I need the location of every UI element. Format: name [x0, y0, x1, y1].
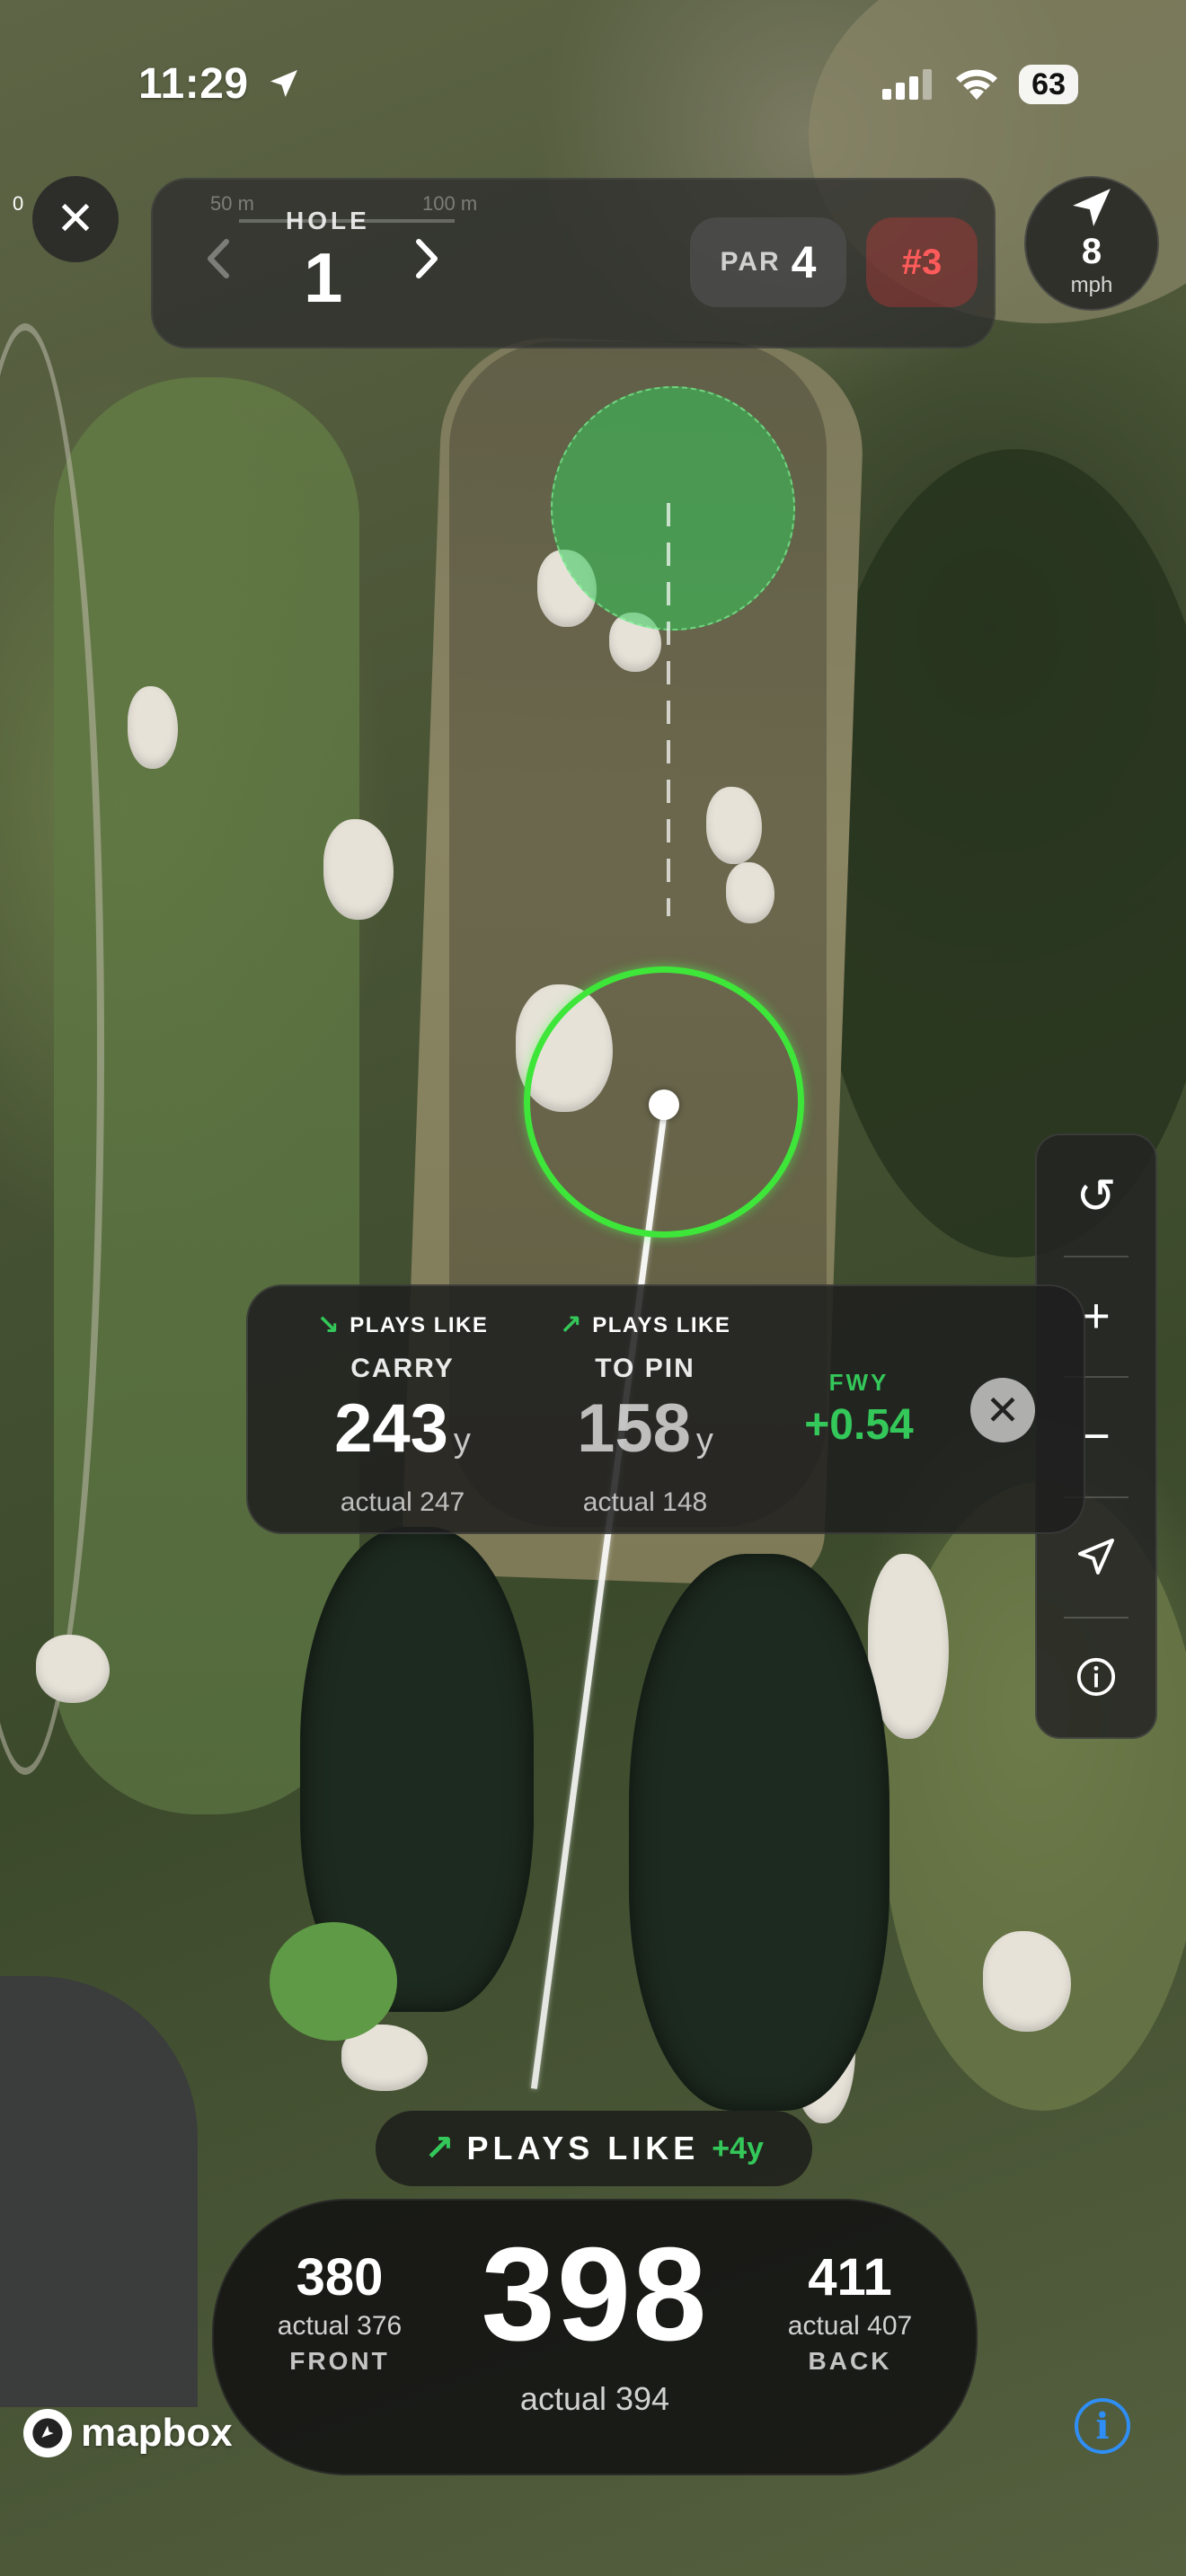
status-time: 11:29: [138, 59, 302, 109]
plus-icon: +: [1082, 1289, 1111, 1343]
chevron-right-icon: [416, 239, 438, 278]
par-value: 4: [791, 237, 817, 287]
to-pin-column: ↗ PLAYS LIKE TO PIN 158 y actual 148: [537, 1310, 753, 1518]
to-pin-value-row: 158 y: [537, 1391, 753, 1478]
info-button[interactable]: [1037, 1617, 1155, 1737]
status-icons: 63: [882, 65, 1078, 104]
hole-label: HOLE: [286, 207, 370, 234]
arrow-up-right-icon: ↗: [559, 1310, 584, 1340]
distance-panel[interactable]: 380 actual 376 FRONT 398 actual 394 411 …: [212, 2199, 978, 2475]
wind-speed: 8: [1081, 232, 1102, 271]
to-pin-unit: y: [695, 1422, 713, 1460]
scale-zero-label: 0: [13, 192, 24, 215]
to-pin-plays-like-label: PLAYS LIKE: [592, 1312, 731, 1337]
attribution-info-button[interactable]: i: [1075, 2398, 1130, 2454]
plays-like-card: ↘ PLAYS LIKE CARRY 243 y actual 247 ↗ PLA…: [246, 1284, 1085, 1534]
rotate-ccw-icon: ↺: [1075, 1169, 1117, 1223]
wind-direction-arrow-icon: [1073, 189, 1111, 226]
carry-label: CARRY: [350, 1354, 455, 1383]
parking-lot: [0, 1976, 198, 2407]
plays-like-label: PLAYS LIKE: [466, 2130, 700, 2166]
fwy-label: FWY: [828, 1369, 890, 1396]
to-pin-value: 158: [577, 1390, 691, 1467]
carry-plays-like-label: PLAYS LIKE: [350, 1312, 489, 1337]
bunker: [323, 819, 394, 920]
back-label: BACK: [808, 2347, 892, 2375]
map-scale-100: 100 m: [422, 192, 478, 215]
arrow-down-right-icon: ↘: [316, 1310, 341, 1340]
bunker: [36, 1635, 110, 1703]
bunker: [706, 787, 762, 864]
close-icon: ✕: [56, 193, 95, 245]
par-label: PAR: [720, 247, 781, 277]
center-distance-value: 398: [481, 2220, 709, 2369]
bunker: [128, 686, 178, 769]
carry-unit: y: [453, 1422, 471, 1460]
fairway-stat: FWY +0.54: [787, 1369, 931, 1450]
plays-like-pill[interactable]: ↗ PLAYS LIKE +4y: [376, 2111, 812, 2186]
hole-header-card: 50 m 100 m HOLE 1 PAR 4 #3: [151, 178, 996, 348]
reset-rotation-button[interactable]: ↺: [1037, 1135, 1155, 1256]
par-badge: PAR 4: [690, 217, 846, 307]
green-target-zone: [551, 386, 795, 631]
carry-column: ↘ PLAYS LIKE CARRY 243 y actual 247: [295, 1310, 510, 1518]
carry-value-row: 243 y: [295, 1391, 510, 1478]
wifi-icon: [956, 69, 998, 100]
mapbox-wordmark: mapbox: [81, 2411, 233, 2455]
battery-icon: 63: [1019, 65, 1078, 104]
close-button[interactable]: ✕: [32, 176, 119, 262]
to-pin-actual: actual 148: [582, 1487, 708, 1517]
front-actual: actual 376: [277, 2311, 403, 2341]
back-distance: 411 actual 407 BACK: [760, 2247, 940, 2376]
wind-indicator[interactable]: 8 mph: [1024, 176, 1159, 311]
arrow-up-right-icon: ↗: [424, 2129, 455, 2168]
pin-dash-line: [667, 503, 670, 916]
water-hazard: [629, 1554, 890, 2111]
cellular-signal-icon: [882, 69, 933, 100]
front-distance: 380 actual 376 FRONT: [250, 2247, 429, 2376]
hole-number: 1: [304, 238, 343, 317]
close-plays-like-button[interactable]: ✕: [970, 1378, 1035, 1442]
target-marker[interactable]: [649, 1090, 679, 1120]
carry-value: 243: [334, 1390, 448, 1467]
chevron-left-icon: [208, 239, 229, 278]
to-pin-header: ↗ PLAYS LIKE: [537, 1310, 753, 1341]
fwy-value: +0.54: [804, 1401, 914, 1449]
front-label: FRONT: [289, 2347, 390, 2375]
practice-green: [270, 1922, 397, 2041]
back-value: 411: [808, 2248, 892, 2307]
carry-header: ↘ PLAYS LIKE: [295, 1310, 510, 1341]
info-icon: i: [1095, 2404, 1110, 2448]
front-value: 380: [296, 2248, 384, 2307]
wind-unit: mph: [1070, 273, 1113, 297]
center-distance-actual: actual 394: [519, 2380, 670, 2417]
mapbox-attribution[interactable]: mapbox: [23, 2409, 233, 2457]
map-scale-50: 50 m: [210, 192, 254, 215]
handicap-badge: #3: [866, 217, 978, 307]
carry-actual: actual 247: [340, 1487, 465, 1517]
previous-hole-button[interactable]: [205, 237, 232, 291]
to-pin-label: TO PIN: [595, 1354, 695, 1383]
minus-icon: −: [1082, 1409, 1111, 1463]
back-actual: actual 407: [787, 2311, 913, 2341]
mapbox-logo-icon: [23, 2409, 72, 2457]
bunker: [983, 1931, 1071, 2032]
handicap-value: #3: [901, 242, 943, 282]
bunker: [726, 862, 774, 923]
next-hole-button[interactable]: [413, 237, 440, 291]
location-arrow-icon: [270, 70, 298, 97]
location-arrow-icon: [1078, 1539, 1114, 1575]
close-icon: ✕: [985, 1387, 1021, 1434]
clock-text: 11:29: [138, 60, 249, 108]
plays-like-adjustment: +4y: [712, 2130, 764, 2166]
info-icon: [1076, 1657, 1116, 1697]
